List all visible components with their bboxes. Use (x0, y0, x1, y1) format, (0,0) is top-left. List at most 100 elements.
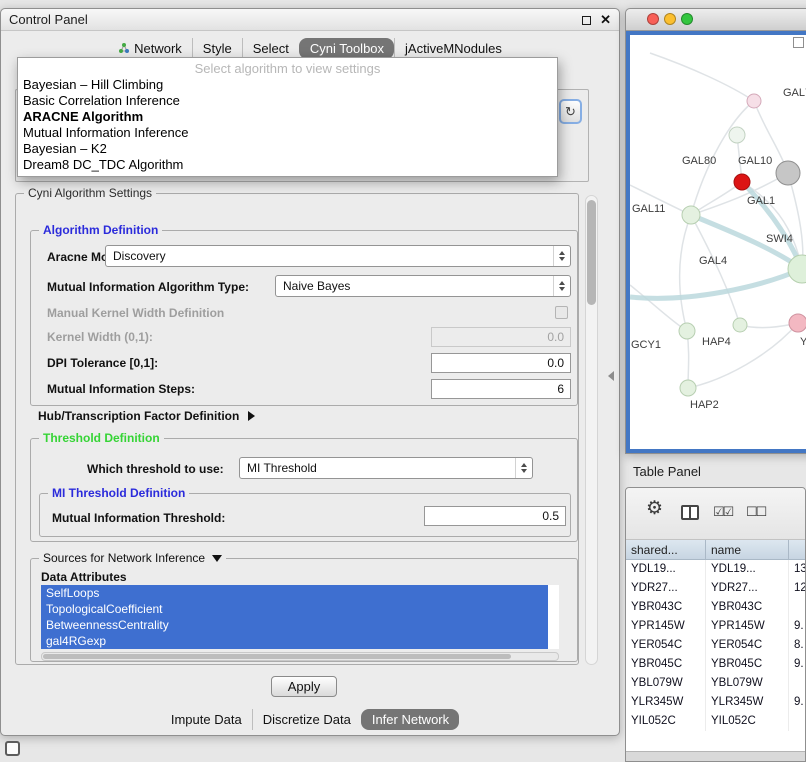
network-node[interactable] (682, 206, 700, 224)
algorithm-option-mutual-information-inference[interactable]: Mutual Information Inference (18, 125, 557, 141)
mi-threshold-definition-title: MI Threshold Definition (48, 486, 189, 500)
table-cell: YER054C (626, 636, 706, 655)
aracne-mode-value: Discovery (113, 249, 553, 263)
table-row[interactable]: YBR045CYBR045C9. (626, 655, 805, 674)
network-canvas[interactable]: GAL7GAL80GAL10GAL11GAL1SWI4GAL4GCY1HAP4Y… (630, 35, 806, 449)
algorithm-option-aracne-algorithm[interactable]: ARACNE Algorithm (18, 109, 557, 125)
attribute-item[interactable]: BetweennessCentrality (41, 617, 548, 633)
tab-jactivemnodules[interactable]: jActiveMNodules (394, 38, 512, 59)
which-threshold-value: MI Threshold (247, 461, 515, 475)
network-corner-widget[interactable] (793, 37, 804, 48)
panel-collapse-arrow[interactable] (608, 371, 614, 381)
bottom-tab-impute-data[interactable]: Impute Data (161, 709, 252, 730)
tab-select[interactable]: Select (242, 38, 299, 59)
bottom-tab-label: Discretize Data (263, 712, 351, 727)
which-threshold-select[interactable]: MI Threshold (239, 457, 533, 479)
algorithm-option-basic-correlation-inference[interactable]: Basic Correlation Inference (18, 93, 557, 109)
table-cell: YDL19... (706, 560, 789, 579)
network-node[interactable] (776, 161, 800, 185)
attribute-item[interactable]: TopologicalCoefficient (41, 601, 548, 617)
algorithm-option-bayesian-k2[interactable]: Bayesian – K2 (18, 141, 557, 157)
column-header[interactable] (789, 540, 805, 559)
combo-arrows-icon (553, 276, 570, 296)
network-node[interactable] (680, 380, 696, 396)
tab-label: Style (203, 41, 232, 56)
settings-scrollbar[interactable] (585, 195, 598, 665)
mi-threshold-field[interactable]: 0.5 (424, 506, 566, 526)
algorithm-option-dream8-dc-tdc-algorithm[interactable]: Dream8 DC_TDC Algorithm (18, 157, 557, 173)
close-icon[interactable]: ✕ (600, 9, 611, 31)
settings-gear-icon[interactable]: ⚙ (646, 497, 663, 520)
table-row[interactable]: YPR145WYPR145W9. (626, 617, 805, 636)
algorithm-definition-title: Algorithm Definition (39, 223, 162, 237)
table-cell (789, 712, 805, 731)
table-row[interactable]: YDR27...YDR27...12 (626, 579, 805, 598)
close-light-icon[interactable] (647, 13, 659, 25)
network-window-titlebar[interactable] (626, 9, 806, 31)
column-header[interactable]: shared... (626, 540, 706, 559)
dpi-tolerance-field[interactable]: 0.0 (431, 353, 571, 373)
tab-cyni-toolbox[interactable]: Cyni Toolbox (299, 38, 394, 59)
float-window-icon[interactable] (582, 16, 591, 25)
minimize-light-icon[interactable] (664, 13, 676, 25)
tab-style[interactable]: Style (192, 38, 242, 59)
scrollbar-thumb[interactable] (43, 654, 511, 659)
window-title: Control Panel (9, 12, 88, 27)
attribute-item[interactable]: SelfLoops (41, 585, 548, 601)
zoom-light-icon[interactable] (681, 13, 693, 25)
bottom-tab-discretize-data[interactable]: Discretize Data (252, 709, 361, 730)
table-panel-window: ⚙ ☑☑ ☐☐ shared...name YDL19...YDL19...13YD… (625, 487, 806, 762)
algorithm-option-bayesian-hill-climbing[interactable]: Bayesian – Hill Climbing (18, 77, 557, 93)
network-node[interactable] (733, 318, 747, 332)
bottom-tab-label: Impute Data (171, 712, 242, 727)
refresh-algorithm-button[interactable]: ↻ (559, 99, 582, 124)
network-node[interactable] (747, 94, 761, 108)
table-hscrollbar[interactable] (626, 751, 805, 761)
network-focus-frame: GAL7GAL80GAL10GAL11GAL1SWI4GAL4GCY1HAP4Y… (626, 31, 806, 453)
network-node-label: GAL1 (747, 195, 775, 207)
control-panel-titlebar[interactable]: Control Panel ✕ (1, 9, 619, 31)
which-threshold-label: Which threshold to use: (87, 459, 224, 479)
network-node[interactable] (679, 323, 695, 339)
network-graph: GAL7GAL80GAL10GAL11GAL1SWI4GAL4GCY1HAP4Y… (630, 35, 806, 449)
aracne-mode-select[interactable]: Discovery (105, 245, 571, 267)
table-cell: YLR345W (626, 693, 706, 712)
mi-algorithm-type-select[interactable]: Naive Bayes (275, 275, 571, 297)
attribute-list[interactable]: SelfLoopsTopologicalCoefficientBetweenne… (41, 585, 559, 649)
table-row[interactable]: YDL19...YDL19...13 (626, 560, 805, 579)
scrollbar-thumb[interactable] (587, 200, 596, 305)
network-node[interactable] (734, 174, 750, 190)
tab-network[interactable]: Network (108, 38, 192, 59)
network-node-label: GAL7 (783, 87, 806, 99)
column-layout-icon[interactable] (681, 505, 699, 520)
table-row[interactable]: YIL052CYIL052C (626, 712, 805, 731)
network-node[interactable] (729, 127, 745, 143)
show-columns-icon[interactable]: ☑☑ (713, 504, 732, 520)
sources-disclosure[interactable]: Sources for Network Inference (39, 551, 226, 565)
table-body: YDL19...YDL19...13YDR27...YDR27...12YBR0… (626, 560, 805, 751)
hide-columns-icon[interactable]: ☐☐ (746, 504, 765, 520)
mi-steps-field[interactable]: 6 (431, 379, 571, 399)
table-row[interactable]: YER054CYER054C8. (626, 636, 805, 655)
table-row[interactable]: YBL079WYBL079W (626, 674, 805, 693)
network-node-label: GAL11 (632, 203, 665, 215)
table-cell: YBR043C (706, 598, 789, 617)
network-node-label: Y (800, 336, 806, 348)
manual-kernel-width-checkbox[interactable] (555, 306, 568, 319)
attribute-list-hscrollbar[interactable] (41, 652, 559, 661)
network-node-label: HAP4 (702, 336, 731, 348)
bottom-tab-bar: Impute Data Discretize Data Infer Network (1, 707, 619, 731)
kernel-width-label: Kernel Width (0,1): (47, 327, 153, 347)
table-row[interactable]: YLR345WYLR345W9. (626, 693, 805, 712)
table-cell: YDL19... (626, 560, 706, 579)
column-header[interactable]: name (706, 540, 789, 559)
apply-button[interactable]: Apply (271, 676, 337, 697)
table-cell: YPR145W (706, 617, 789, 636)
network-node[interactable] (789, 314, 806, 332)
table-row[interactable]: YBR043CYBR043C (626, 598, 805, 617)
bottom-tab-infer-network[interactable]: Infer Network (361, 709, 459, 730)
hub-definition-disclosure[interactable]: Hub/Transcription Factor Definition (38, 406, 255, 426)
tab-label: Select (253, 41, 289, 56)
attribute-item[interactable]: gal4RGexp (41, 633, 548, 649)
minimized-panel-icon[interactable] (5, 741, 20, 756)
